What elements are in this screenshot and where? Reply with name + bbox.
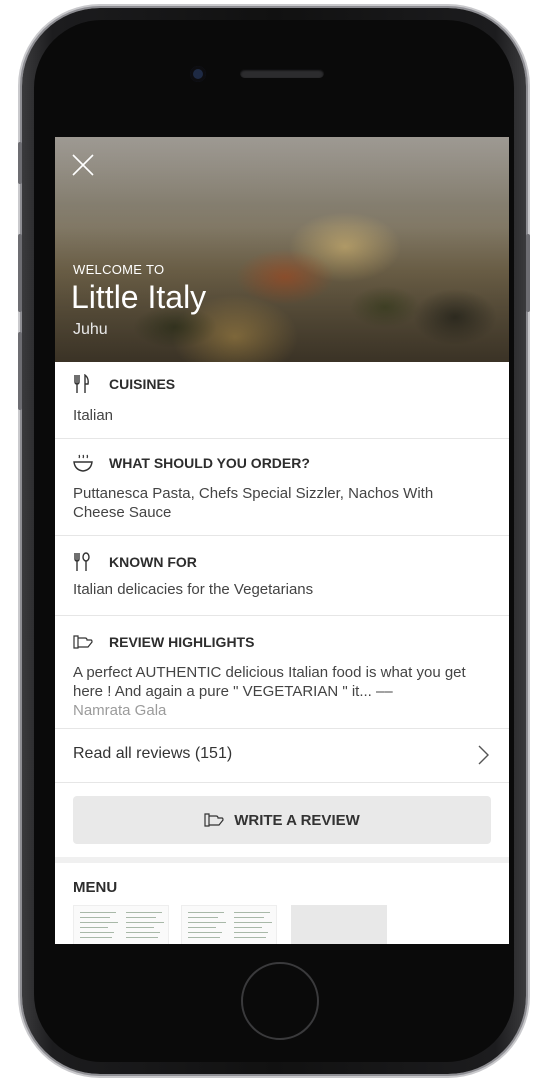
section-header: REVIEW HIGHLIGHTS: [73, 632, 254, 652]
front-camera: [190, 66, 206, 82]
section-title: WHAT SHOULD YOU ORDER?: [109, 455, 310, 471]
menu-page-thumbnail[interactable]: [291, 905, 387, 944]
section-title: CUISINES: [109, 376, 176, 392]
section-divider: [55, 857, 509, 863]
restaurant-locality: Juhu: [73, 321, 108, 338]
write-review-button[interactable]: WRITE A REVIEW: [73, 796, 491, 844]
cuisines-text: Italian: [73, 407, 114, 424]
section-title: REVIEW HIGHLIGHTS: [109, 634, 255, 650]
review-hand-icon: [204, 812, 224, 828]
section-header: WHAT SHOULD YOU ORDER?: [73, 453, 310, 473]
read-all-reviews-label: Read all reviews (151): [73, 745, 233, 762]
fork-knife-icon: [73, 374, 95, 394]
fork-spoon-icon: [73, 552, 95, 572]
review-hand-icon: [73, 632, 95, 652]
section-header: CUISINES: [73, 374, 175, 394]
known-for-text: Italian delicacies for the Vegetarians: [73, 581, 314, 598]
menu-page-thumbnail[interactable]: [73, 905, 169, 944]
known-for-section: KNOWN FOR Italian delicacies for the Veg…: [55, 535, 509, 616]
section-header: KNOWN FOR: [73, 552, 197, 572]
write-review-label: WRITE A REVIEW: [234, 811, 360, 829]
menu-page-thumbnail[interactable]: [181, 905, 277, 944]
hero-overlay: [55, 137, 509, 362]
power-button: [526, 234, 530, 312]
review-author[interactable]: Namrata Gala: [73, 702, 166, 719]
what-to-order-text: Puttanesca Pasta, Chefs Special Sizzler,…: [73, 485, 434, 521]
close-icon[interactable]: [71, 153, 95, 177]
hero-banner: WELCOME TO Little Italy Juhu: [55, 137, 509, 362]
restaurant-name: Little Italy: [71, 279, 207, 315]
app-screen: WELCOME TO Little Italy Juhu CUISINES It…: [55, 137, 509, 944]
home-button[interactable]: [241, 962, 319, 1040]
menu-title: MENU: [73, 879, 118, 896]
volume-down-button: [18, 332, 22, 410]
volume-up-button: [18, 234, 22, 312]
review-highlights-section: REVIEW HIGHLIGHTS A perfect AUTHENTIC de…: [55, 615, 509, 729]
steaming-bowl-icon: [73, 453, 95, 473]
what-to-order-section: WHAT SHOULD YOU ORDER? Puttanesca Pasta,…: [55, 438, 509, 536]
read-all-reviews-row[interactable]: Read all reviews (151): [55, 728, 509, 783]
welcome-label: WELCOME TO: [73, 262, 165, 277]
mute-switch: [18, 142, 22, 184]
earpiece-speaker: [240, 69, 324, 78]
section-title: KNOWN FOR: [109, 554, 197, 570]
chevron-right-icon: [477, 745, 489, 765]
review-highlight-text: A perfect AUTHENTIC delicious Italian fo…: [73, 663, 489, 720]
cuisines-section: CUISINES Italian: [55, 362, 509, 439]
review-snippet: A perfect AUTHENTIC delicious Italian fo…: [73, 664, 466, 700]
